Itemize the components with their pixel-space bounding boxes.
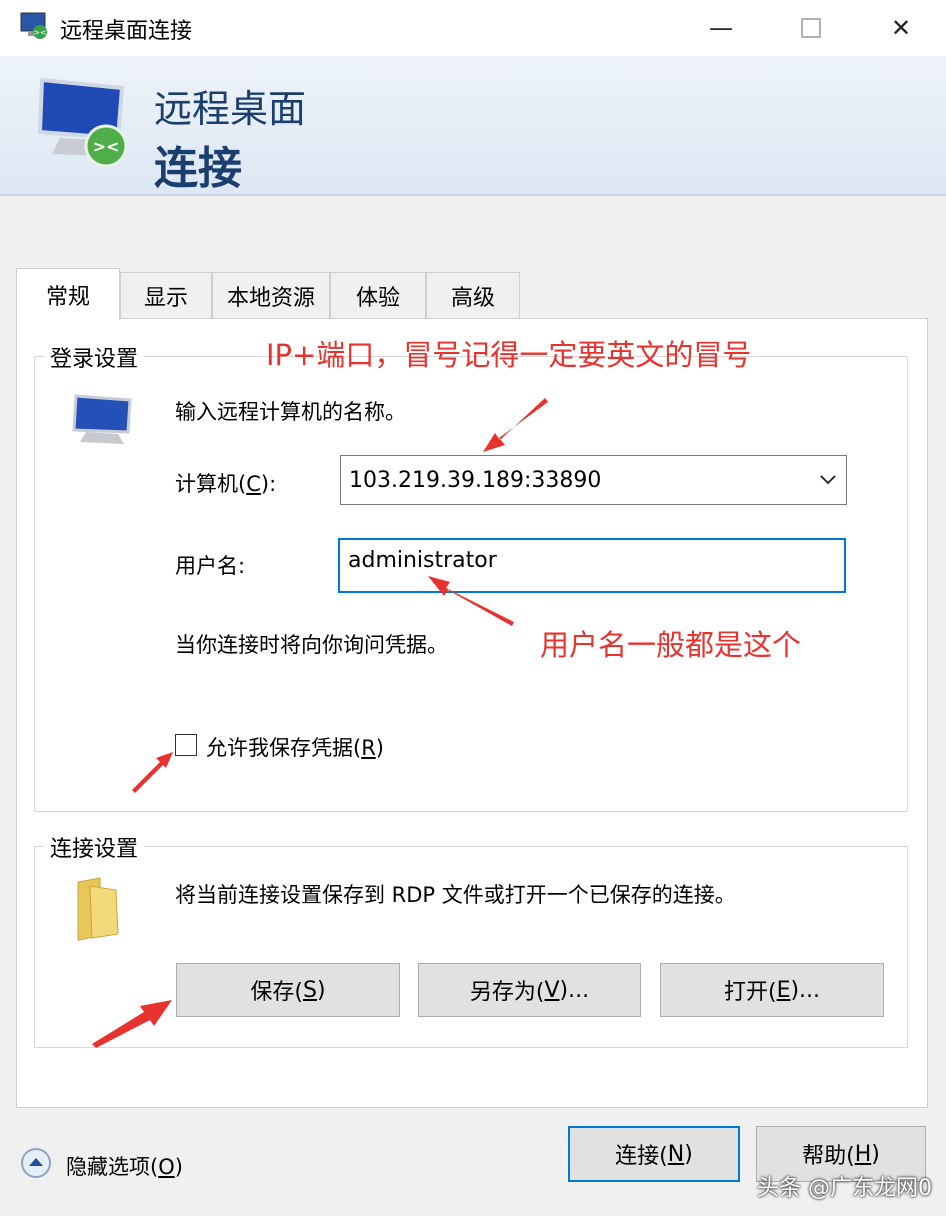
minimize-icon: — (709, 14, 733, 42)
computer-input-value: 103.219.39.189:33890 (349, 467, 602, 493)
ip-port-annotation: IP+端口，冒号记得一定要英文的冒号 (266, 338, 752, 372)
username-field[interactable]: administrator (338, 538, 846, 593)
tab-general[interactable]: 常规 (16, 268, 120, 320)
close-icon: ✕ (890, 14, 912, 42)
watermark: 头条 @广东龙网0 (757, 1176, 932, 1201)
save-as-button[interactable]: 另存为(V)... (418, 963, 641, 1017)
username-label: 用户名: (175, 554, 246, 578)
hide-options-link[interactable]: 隐藏选项(O) (66, 1151, 183, 1181)
minimize-button[interactable]: — (676, 0, 766, 56)
computer-icon (72, 394, 132, 444)
computer-label: 计算机(C): (175, 472, 277, 496)
save-credentials-checkbox[interactable] (175, 734, 197, 756)
tab-advanced[interactable]: 高级 (426, 272, 520, 318)
window-title: 远程桌面连接 (60, 19, 193, 44)
logon-settings-label: 登录设置 (44, 341, 145, 373)
connect-button[interactable]: 连接(N) (568, 1126, 740, 1182)
banner-title-line2: 连接 (154, 143, 242, 194)
computer-connection-icon: >< (37, 77, 128, 168)
save-button[interactable]: 保存(S) (176, 963, 400, 1017)
maximize-button[interactable] (766, 0, 856, 56)
close-button[interactable]: ✕ (856, 0, 946, 56)
folder-icon (77, 877, 119, 941)
tab-experience[interactable]: 体验 (330, 272, 426, 318)
save-credentials-label[interactable]: 允许我保存凭据(R) (206, 732, 384, 762)
tab-local-resources[interactable]: 本地资源 (212, 272, 330, 318)
username-annotation: 用户名一般都是这个 (540, 628, 802, 662)
svg-text:><: >< (33, 28, 46, 37)
banner-title-line1: 远程桌面 (154, 87, 307, 131)
connection-settings-label: 连接设置 (44, 831, 145, 863)
connection-settings-group (34, 846, 908, 1048)
logon-prompt: 输入远程计算机的名称。 (175, 400, 406, 424)
tab-display[interactable]: 显示 (120, 272, 212, 318)
username-input-value: administrator (348, 548, 497, 573)
svg-text:><: >< (93, 137, 120, 156)
maximize-icon (801, 18, 821, 38)
collapse-options-icon[interactable] (20, 1147, 52, 1179)
header-banner (0, 56, 946, 196)
remote-desktop-icon: >< (20, 12, 47, 39)
chevron-down-icon[interactable] (820, 474, 836, 486)
credentials-note: 当你连接时将向你询问凭据。 (175, 633, 448, 657)
computer-combobox[interactable]: 103.219.39.189:33890 (340, 455, 847, 505)
connection-description: 将当前连接设置保存到 RDP 文件或打开一个已保存的连接。 (175, 883, 736, 907)
open-button[interactable]: 打开(E)... (660, 963, 884, 1017)
